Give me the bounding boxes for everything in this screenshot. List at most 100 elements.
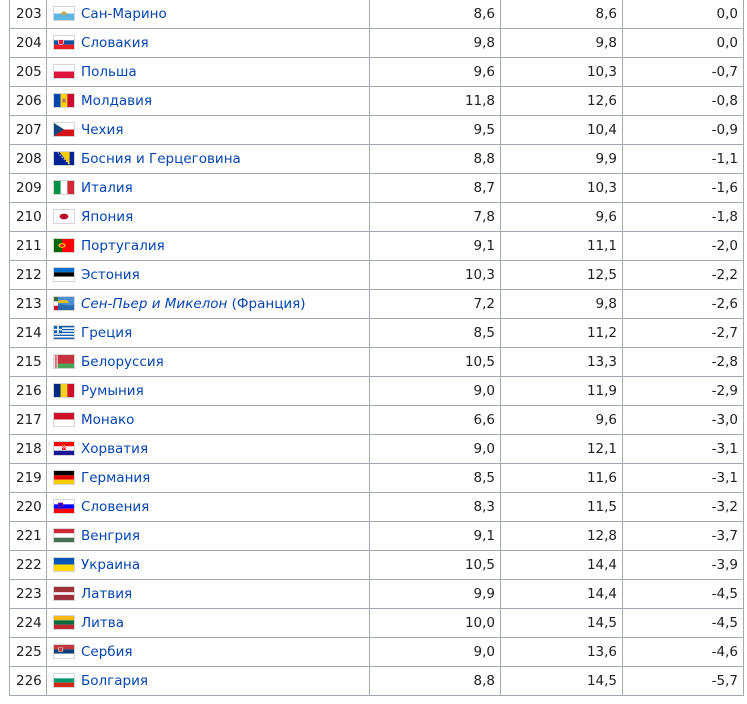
difference-cell: 0,0 [622, 0, 744, 29]
difference: -2,2 [711, 267, 738, 283]
country-cell: Монако [46, 405, 370, 435]
slovenia-flag-icon[interactable] [53, 499, 75, 514]
difference-cell: -5,7 [622, 666, 744, 696]
country-link[interactable]: Молдавия [81, 93, 152, 109]
country-link[interactable]: Эстония [81, 267, 140, 283]
table-row: 211 Португалия 9,1 11,1 -2,0 [9, 231, 744, 261]
value-1: 8,7 [473, 180, 495, 196]
country-link[interactable]: Словакия [81, 35, 149, 51]
value-1: 11,8 [464, 93, 495, 109]
value-1: 9,0 [473, 383, 495, 399]
rank: 211 [16, 238, 42, 254]
value-1: 9,5 [473, 122, 495, 138]
difference-cell: -0,7 [622, 57, 744, 87]
value-1-cell: 9,9 [369, 579, 501, 609]
country-link[interactable]: Литва [81, 615, 124, 631]
poland-flag-icon[interactable] [53, 64, 75, 79]
country-suffix[interactable]: (Франция) [227, 296, 306, 312]
rank: 223 [16, 586, 42, 602]
difference: -4,5 [711, 586, 738, 602]
country-link[interactable]: Босния и Герцеговина [81, 151, 241, 167]
difference-cell: -1,8 [622, 202, 744, 232]
country-link[interactable]: Чехия [81, 122, 123, 138]
monaco-flag-icon[interactable] [53, 412, 75, 427]
value-2-cell: 13,6 [500, 637, 623, 667]
country-cell: Венгрия [46, 521, 370, 551]
country-link[interactable]: Греция [81, 325, 132, 341]
country-link[interactable]: Белоруссия [81, 354, 164, 370]
value-2-cell: 14,4 [500, 579, 623, 609]
latvia-flag-icon[interactable] [53, 586, 75, 601]
ukraine-flag-icon[interactable] [53, 557, 75, 572]
country-cell: Япония [46, 202, 370, 232]
value-1-cell: 10,3 [369, 260, 501, 290]
country-link[interactable]: Украина [81, 557, 140, 573]
country-link[interactable]: Португалия [81, 238, 165, 254]
country-link[interactable]: Румыния [81, 383, 144, 399]
value-1-cell: 8,8 [369, 666, 501, 696]
bosnia-flag-icon[interactable] [53, 151, 75, 166]
value-2-cell: 9,6 [500, 405, 623, 435]
rank: 224 [16, 615, 42, 631]
lithuania-flag-icon[interactable] [53, 615, 75, 630]
san-marino-flag-icon[interactable] [53, 6, 75, 21]
rank-cell: 211 [9, 231, 47, 261]
value-2-cell: 9,6 [500, 202, 623, 232]
difference: -4,5 [711, 615, 738, 631]
germany-flag-icon[interactable] [53, 470, 75, 485]
country-link[interactable]: Хорватия [81, 441, 148, 457]
country-link[interactable]: Венгрия [81, 528, 140, 544]
difference: -4,6 [711, 644, 738, 660]
table-viewport: 203 Сан-Марино 8,6 8,6 0,0 204 Словакия … [0, 0, 747, 704]
country-link[interactable]: Япония [81, 209, 133, 225]
table-row: 216 Румыния 9,0 11,9 -2,9 [9, 376, 744, 406]
rank: 214 [16, 325, 42, 341]
czechia-flag-icon[interactable] [53, 122, 75, 137]
value-1-cell: 9,8 [369, 28, 501, 58]
country-link[interactable]: Латвия [81, 586, 132, 602]
rank: 207 [16, 122, 42, 138]
value-2: 11,2 [586, 325, 617, 341]
difference: -2,9 [711, 383, 738, 399]
moldova-flag-icon[interactable] [53, 93, 75, 108]
value-2: 13,3 [586, 354, 617, 370]
country-link[interactable]: Германия [81, 470, 150, 486]
japan-flag-icon[interactable] [53, 209, 75, 224]
country-link[interactable]: Сен-Пьер и Микелон [81, 296, 227, 312]
country-link[interactable]: Италия [81, 180, 133, 196]
country-link[interactable]: Сан-Марино [81, 6, 167, 22]
country-link[interactable]: Сербия [81, 644, 133, 660]
country-cell: Польша [46, 57, 370, 87]
country-link[interactable]: Монако [81, 412, 134, 428]
hungary-flag-icon[interactable] [53, 528, 75, 543]
spm-flag-icon[interactable] [53, 296, 75, 311]
country-link[interactable]: Болгария [81, 673, 148, 689]
table-row: 203 Сан-Марино 8,6 8,6 0,0 [9, 0, 744, 29]
difference: -1,6 [711, 180, 738, 196]
italy-flag-icon[interactable] [53, 180, 75, 195]
rank-cell: 205 [9, 57, 47, 87]
country-cell: Эстония [46, 260, 370, 290]
value-1-cell: 9,5 [369, 115, 501, 145]
rank: 205 [16, 64, 42, 80]
croatia-flag-icon[interactable] [53, 441, 75, 456]
serbia-flag-icon[interactable] [53, 644, 75, 659]
country-cell: Португалия [46, 231, 370, 261]
slovakia-flag-icon[interactable] [53, 35, 75, 50]
value-1: 10,5 [464, 354, 495, 370]
portugal-flag-icon[interactable] [53, 238, 75, 253]
table-row: 207 Чехия 9,5 10,4 -0,9 [9, 115, 744, 145]
value-1: 7,8 [473, 209, 495, 225]
greece-flag-icon[interactable] [53, 325, 75, 340]
belarus-flag-icon[interactable] [53, 354, 75, 369]
difference-cell: -3,1 [622, 463, 744, 493]
romania-flag-icon[interactable] [53, 383, 75, 398]
country-link[interactable]: Польша [81, 64, 137, 80]
country-link[interactable]: Словения [81, 499, 149, 515]
value-2: 10,3 [586, 180, 617, 196]
value-2: 14,5 [586, 673, 617, 689]
bulgaria-flag-icon[interactable] [53, 673, 75, 688]
estonia-flag-icon[interactable] [53, 267, 75, 282]
difference: -3,2 [711, 499, 738, 515]
difference-cell: 0,0 [622, 28, 744, 58]
